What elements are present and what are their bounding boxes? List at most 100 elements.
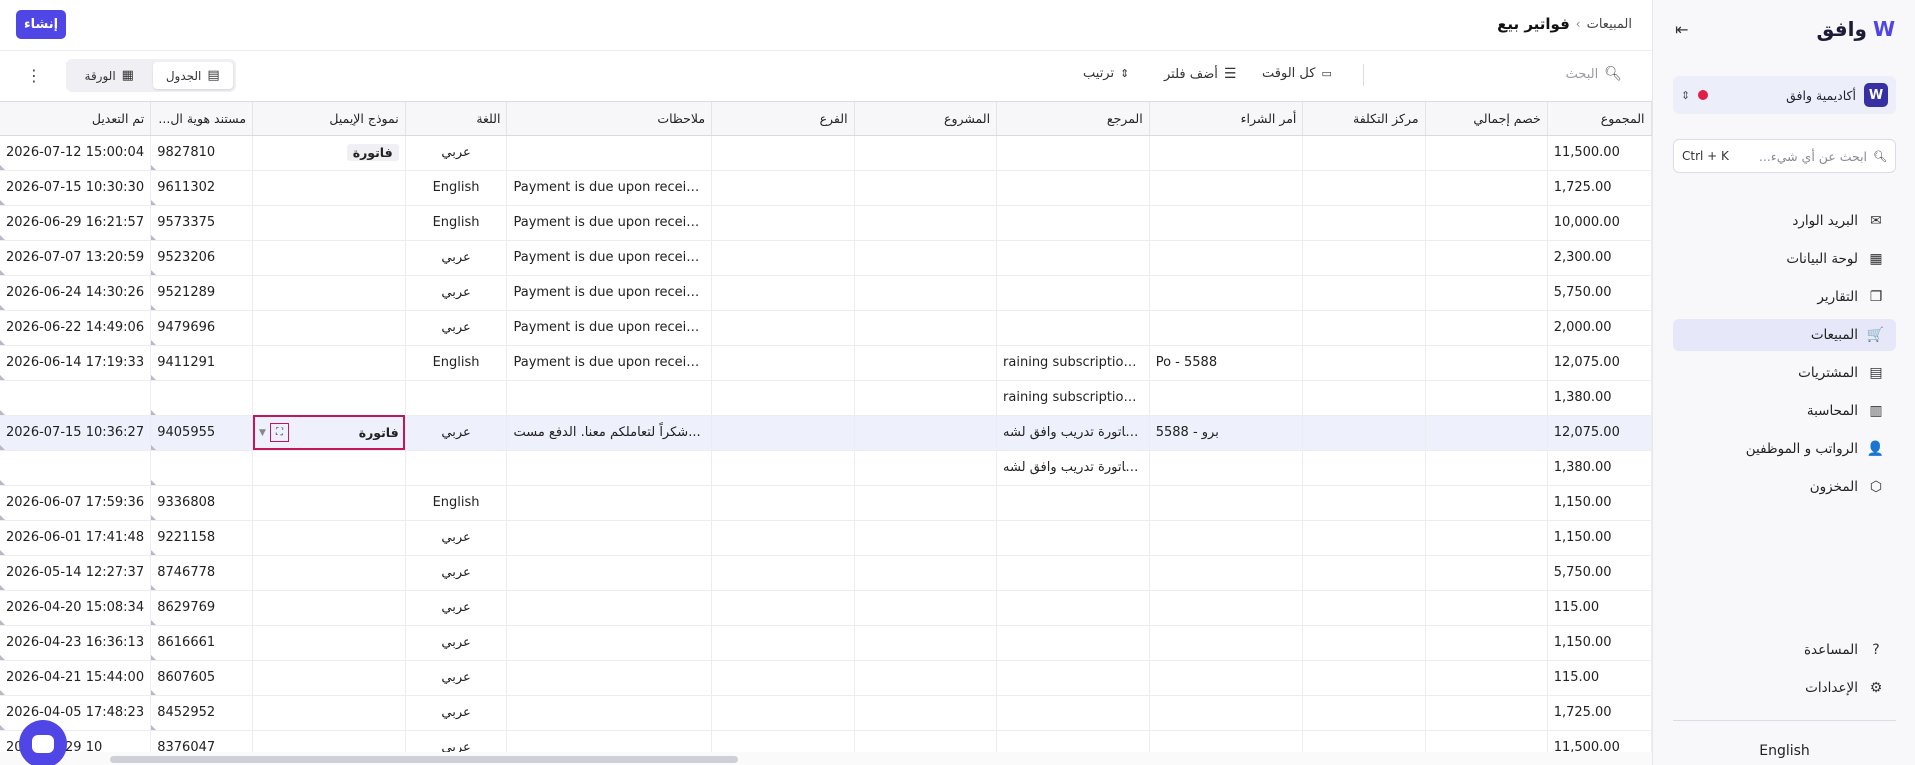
table-cell[interactable] — [854, 380, 998, 416]
table-cell[interactable] — [1149, 485, 1304, 521]
table-cell[interactable] — [1425, 135, 1548, 171]
table-cell[interactable] — [1149, 450, 1304, 486]
table-cell[interactable] — [252, 730, 406, 752]
table-cell[interactable] — [506, 660, 713, 696]
table-cell[interactable] — [252, 520, 406, 556]
table-cell[interactable] — [854, 415, 998, 451]
table-cell[interactable]: 2,000.00 — [1547, 310, 1652, 346]
table-cell[interactable] — [405, 380, 508, 416]
table-cell[interactable] — [506, 520, 713, 556]
table-cell[interactable] — [1149, 695, 1304, 731]
table-cell[interactable] — [711, 275, 855, 311]
table-cell[interactable] — [506, 695, 713, 731]
table-cell[interactable]: 15:08:34 2026-04-20 — [0, 590, 152, 626]
table-cell[interactable]: 14:49:06 2026-06-22 — [0, 310, 152, 346]
table-cell[interactable] — [854, 625, 998, 661]
table-cell[interactable] — [1425, 695, 1548, 731]
table-cell[interactable]: Po - 5588 — [1149, 345, 1304, 381]
table-cell[interactable] — [1302, 485, 1426, 521]
table-cell[interactable] — [0, 450, 152, 486]
table-cell[interactable] — [1302, 590, 1426, 626]
table-cell[interactable]: 15:44:00 2026-04-21 — [0, 660, 152, 696]
table-cell[interactable] — [996, 695, 1150, 731]
table-cell[interactable]: 17:41:48 2026-06-01 — [0, 520, 152, 556]
table-cell[interactable] — [252, 310, 406, 346]
table-cell[interactable] — [996, 625, 1150, 661]
table-cell[interactable] — [1149, 310, 1304, 346]
table-cell[interactable] — [711, 660, 855, 696]
table-cell[interactable]: عربي — [405, 275, 508, 311]
table-cell[interactable] — [252, 205, 406, 241]
table-row[interactable]: 1,150.00 عربي 8616661 16:36:13 2026-04-23 — [0, 625, 1652, 661]
table-cell[interactable]: عربي — [405, 590, 508, 626]
sidebar-item-help[interactable]: ? المساعدة — [1673, 634, 1896, 666]
table-cell[interactable] — [1425, 625, 1548, 661]
table-cell[interactable]: عربي — [405, 660, 508, 696]
table-cell[interactable] — [1302, 380, 1426, 416]
table-row[interactable]: 11,500.00عربي837604710 2026-03-29 — [0, 730, 1652, 752]
table-cell[interactable] — [252, 555, 406, 591]
search-box[interactable]: 🔍︎ — [1302, 66, 1622, 82]
table-cell[interactable] — [854, 240, 998, 276]
search-input[interactable] — [1302, 66, 1599, 82]
sort-button[interactable]: ⇕ ترتيب — [1083, 66, 1129, 81]
table-cell[interactable] — [996, 205, 1150, 241]
table-cell[interactable]: 115.00 — [1547, 590, 1652, 626]
table-cell[interactable] — [1302, 520, 1426, 556]
table-cell[interactable] — [711, 135, 855, 171]
table-cell[interactable] — [252, 695, 406, 731]
table-cell[interactable]: 1,725.00 — [1547, 170, 1652, 206]
table-row[interactable]: 115.00 عربي 8629769 15:08:34 2026-04-20 — [0, 590, 1652, 626]
table-cell[interactable] — [1302, 660, 1426, 696]
table-cell[interactable] — [1302, 205, 1426, 241]
table-cell[interactable]: 8376047 — [150, 730, 254, 752]
table-cell[interactable] — [854, 660, 998, 696]
column-header[interactable]: نموذج الإيميل — [252, 102, 406, 136]
table-cell[interactable] — [711, 310, 855, 346]
table-cell[interactable]: فاتورة تدريب وافق لشه... — [996, 450, 1150, 486]
collapse-sidebar-icon[interactable]: ⇤ — [1675, 20, 1688, 39]
table-cell[interactable] — [1149, 170, 1304, 206]
table-cell[interactable]: عربي — [405, 240, 508, 276]
table-cell[interactable] — [996, 730, 1150, 752]
table-cell[interactable]: 16:36:13 2026-04-23 — [0, 625, 152, 661]
sidebar-item-inbox[interactable]: ✉ البريد الوارد — [1673, 205, 1896, 237]
table-cell[interactable]: 10,000.00 — [1547, 205, 1652, 241]
column-header[interactable]: الفرع — [711, 102, 855, 136]
table-cell[interactable] — [252, 170, 406, 206]
table-cell[interactable] — [1425, 205, 1548, 241]
chat-support-button[interactable] — [19, 720, 67, 765]
table-cell[interactable] — [996, 590, 1150, 626]
table-cell[interactable]: 11,500.00 — [1547, 135, 1652, 171]
table-cell[interactable] — [1149, 275, 1304, 311]
table-cell[interactable]: 17:59:36 2026-06-07 — [0, 485, 152, 521]
table-cell[interactable] — [996, 520, 1150, 556]
table-cell[interactable]: Payment is due upon receipt... — [506, 310, 713, 346]
table-cell[interactable] — [854, 205, 998, 241]
create-button[interactable]: إنشاء — [16, 10, 66, 39]
table-row[interactable]: 12,075.00 برو - 5588 فاتورة تدريب وافق لشه… — [0, 415, 1652, 451]
table-cell[interactable] — [1149, 240, 1304, 276]
sidebar-item-reports[interactable]: ❐ التقارير — [1673, 281, 1896, 313]
sidebar-search[interactable]: 🔍︎ ابحث عن أي شيء... Ctrl + K — [1673, 139, 1896, 173]
sidebar-item-accounting[interactable]: ▥ المحاسبة — [1673, 395, 1896, 427]
table-cell[interactable] — [506, 590, 713, 626]
table-cell[interactable]: 8607605 — [150, 660, 254, 696]
table-cell[interactable] — [996, 135, 1150, 171]
organization-switcher[interactable]: W أكاديمية وافق ⇕ — [1673, 76, 1896, 114]
table-cell[interactable]: 12,075.00 — [1547, 345, 1652, 381]
table-cell[interactable] — [711, 730, 855, 752]
table-cell[interactable] — [996, 485, 1150, 521]
table-cell[interactable] — [854, 310, 998, 346]
table-cell[interactable] — [711, 415, 855, 451]
table-cell[interactable]: 9523206 — [150, 240, 254, 276]
table-cell[interactable] — [1425, 660, 1548, 696]
table-cell[interactable]: 1,380.00 — [1547, 450, 1652, 486]
table-cell[interactable] — [854, 730, 998, 752]
table-cell[interactable] — [711, 590, 855, 626]
table-cell[interactable] — [252, 240, 406, 276]
table-cell[interactable]: 9479696 — [150, 310, 254, 346]
sidebar-item-inventory[interactable]: ⬡ المخزون — [1673, 471, 1896, 503]
table-row[interactable]: 2,300.00 Payment is due upon receipt... عر… — [0, 240, 1652, 276]
table-cell[interactable]: Payment is due upon receipt... — [506, 275, 713, 311]
